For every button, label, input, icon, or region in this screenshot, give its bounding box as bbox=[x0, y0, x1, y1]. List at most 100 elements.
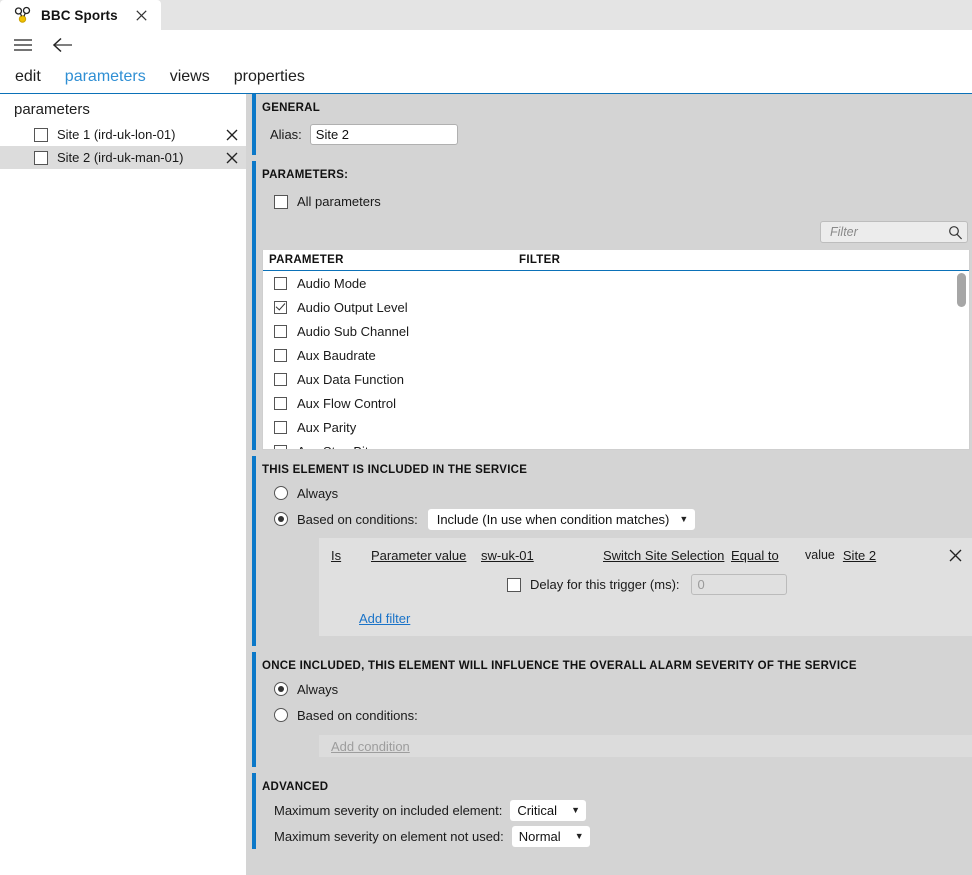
back-arrow-icon[interactable] bbox=[50, 32, 76, 58]
table-row[interactable]: Aux Baudrate bbox=[263, 343, 969, 367]
condition-parameter-label[interactable]: Switch Site Selection bbox=[603, 548, 731, 563]
condition-operator-label[interactable]: Equal to bbox=[731, 548, 783, 563]
max-severity-included-label: Maximum severity on included element: bbox=[274, 802, 503, 818]
max-severity-not-used-select[interactable]: Normal ▼ bbox=[511, 825, 590, 847]
table-row[interactable]: Aux Flow Control bbox=[263, 391, 969, 415]
add-filter-link[interactable]: Add filter bbox=[319, 611, 410, 626]
close-icon[interactable] bbox=[133, 6, 151, 24]
section-parameters: PARAMETERS: All parameters Filter PARAME… bbox=[246, 161, 972, 450]
sidebar-item-site-1[interactable]: Site 1 (ird-uk-lon-01) bbox=[0, 123, 246, 146]
content-split: parameters Site 1 (ird-uk-lon-01) Site 2… bbox=[0, 94, 972, 875]
inclusion-conditions-row[interactable]: Based on conditions: Include (In use whe… bbox=[262, 506, 972, 532]
row-parameter-name: Aux Baudrate bbox=[297, 347, 376, 363]
table-row[interactable]: Aux Data Function bbox=[263, 367, 969, 391]
inclusion-always-row[interactable]: Always bbox=[262, 480, 972, 506]
delay-trigger-input[interactable] bbox=[690, 574, 787, 595]
all-parameters-checkbox[interactable] bbox=[274, 194, 288, 209]
menu-item-edit[interactable]: edit bbox=[3, 60, 53, 93]
severity-conditions-label: Based on conditions: bbox=[297, 707, 418, 723]
severity-always-radio[interactable] bbox=[274, 682, 288, 696]
max-severity-included-select[interactable]: Critical ▼ bbox=[510, 799, 586, 821]
all-parameters-row[interactable]: All parameters bbox=[262, 185, 972, 219]
row-parameter-name: Audio Mode bbox=[297, 275, 367, 291]
condition-value-label[interactable]: Site 2 bbox=[843, 548, 876, 563]
delay-trigger-label: Delay for this trigger (ms): bbox=[530, 577, 680, 592]
delay-trigger-row: Delay for this trigger (ms): bbox=[319, 574, 972, 595]
service-nodes-icon bbox=[14, 6, 32, 24]
max-severity-not-used-label: Maximum severity on element not used: bbox=[274, 828, 504, 844]
table-row[interactable]: Audio Mode bbox=[263, 271, 969, 295]
row-checkbox[interactable] bbox=[274, 300, 287, 314]
max-severity-included-value: Critical bbox=[517, 802, 558, 818]
close-icon[interactable] bbox=[224, 150, 240, 166]
row-checkbox[interactable] bbox=[274, 420, 287, 434]
parameters-table-scrollbar[interactable] bbox=[957, 273, 966, 445]
table-row[interactable]: Audio Output Level bbox=[263, 295, 969, 319]
column-header-filter: FILTER bbox=[519, 254, 561, 266]
condition-row: Is Parameter value sw-uk-01 Switch Site … bbox=[319, 545, 972, 565]
section-inclusion: THIS ELEMENT IS INCLUDED IN THE SERVICE … bbox=[246, 456, 972, 646]
alias-label: Alias: bbox=[270, 127, 302, 142]
inclusion-conditions-label: Based on conditions: bbox=[297, 511, 418, 527]
main-pane: GENERAL Alias: PARAMETERS: All parameter… bbox=[246, 94, 972, 875]
menu-item-views[interactable]: views bbox=[158, 60, 222, 93]
table-row[interactable]: Aux Stop Bits bbox=[263, 439, 969, 449]
severity-conditions-row[interactable]: Based on conditions: bbox=[262, 702, 972, 728]
search-icon[interactable] bbox=[948, 225, 963, 240]
section-general-heading: GENERAL bbox=[262, 102, 320, 114]
close-icon[interactable] bbox=[224, 127, 240, 143]
parameter-filter-box[interactable] bbox=[820, 221, 968, 243]
severity-always-row[interactable]: Always bbox=[262, 676, 972, 702]
chevron-down-icon: ▼ bbox=[574, 831, 584, 841]
filter-row bbox=[262, 219, 972, 250]
inclusion-mode-value: Include (In use when condition matches) bbox=[436, 511, 670, 527]
parameters-table: PARAMETER FILTER Audio Mode Audio Output… bbox=[262, 250, 970, 450]
parameters-table-header: PARAMETER FILTER bbox=[263, 250, 969, 271]
section-severity: ONCE INCLUDED, THIS ELEMENT WILL INFLUEN… bbox=[246, 652, 972, 767]
condition-value-prefix: value bbox=[805, 548, 835, 562]
row-checkbox[interactable] bbox=[274, 396, 287, 410]
inclusion-conditions-radio[interactable] bbox=[274, 512, 288, 526]
sidebar-item-checkbox[interactable] bbox=[34, 127, 48, 142]
section-general: GENERAL Alias: bbox=[246, 94, 972, 155]
alias-input[interactable] bbox=[309, 124, 458, 145]
delay-trigger-checkbox[interactable] bbox=[507, 577, 521, 592]
all-parameters-label: All parameters bbox=[297, 194, 381, 209]
close-icon[interactable] bbox=[947, 547, 963, 563]
table-row[interactable]: Aux Parity bbox=[263, 415, 969, 439]
row-checkbox[interactable] bbox=[274, 372, 287, 386]
section-parameters-heading: PARAMETERS: bbox=[262, 169, 349, 181]
parameter-filter-input[interactable] bbox=[828, 224, 948, 240]
toolbar bbox=[0, 30, 972, 60]
condition-is-label[interactable]: Is bbox=[331, 548, 371, 563]
inclusion-always-label: Always bbox=[297, 485, 339, 501]
row-checkbox[interactable] bbox=[274, 324, 287, 338]
sidebar-item-checkbox[interactable] bbox=[34, 150, 48, 165]
severity-always-label: Always bbox=[297, 681, 339, 697]
condition-source-label[interactable]: Parameter value bbox=[371, 548, 481, 563]
table-row[interactable]: Audio Sub Channel bbox=[263, 319, 969, 343]
sidebar-item-label: Site 2 (ird-uk-man-01) bbox=[57, 150, 184, 165]
tab-bbc-sports[interactable]: BBC Sports bbox=[0, 0, 161, 30]
tab-bar: BBC Sports bbox=[0, 0, 972, 30]
inclusion-always-radio[interactable] bbox=[274, 486, 288, 500]
row-checkbox[interactable] bbox=[274, 276, 287, 290]
sidebar-item-site-2[interactable]: Site 2 (ird-uk-man-01) bbox=[0, 146, 246, 169]
inclusion-mode-select[interactable]: Include (In use when condition matches) … bbox=[427, 508, 696, 530]
menu-item-properties[interactable]: properties bbox=[222, 60, 317, 93]
row-parameter-name: Audio Sub Channel bbox=[297, 323, 410, 339]
row-parameter-name: Aux Flow Control bbox=[297, 395, 396, 411]
condition-element-label[interactable]: sw-uk-01 bbox=[481, 548, 603, 563]
max-severity-not-used-row: Maximum severity on element not used: No… bbox=[262, 823, 972, 849]
scrollbar-thumb[interactable] bbox=[957, 273, 966, 307]
max-severity-included-row: Maximum severity on included element: Cr… bbox=[262, 797, 972, 823]
chevron-down-icon: ▼ bbox=[679, 513, 689, 524]
add-condition-link: Add condition bbox=[331, 738, 410, 754]
section-advanced: ADVANCED Maximum severity on included el… bbox=[246, 773, 972, 849]
severity-conditions-radio[interactable] bbox=[274, 708, 288, 722]
row-checkbox[interactable] bbox=[274, 444, 287, 449]
row-checkbox[interactable] bbox=[274, 348, 287, 362]
hamburger-menu-icon[interactable] bbox=[10, 32, 36, 58]
menu-item-parameters[interactable]: parameters bbox=[53, 60, 158, 93]
max-severity-not-used-value: Normal bbox=[518, 828, 561, 844]
